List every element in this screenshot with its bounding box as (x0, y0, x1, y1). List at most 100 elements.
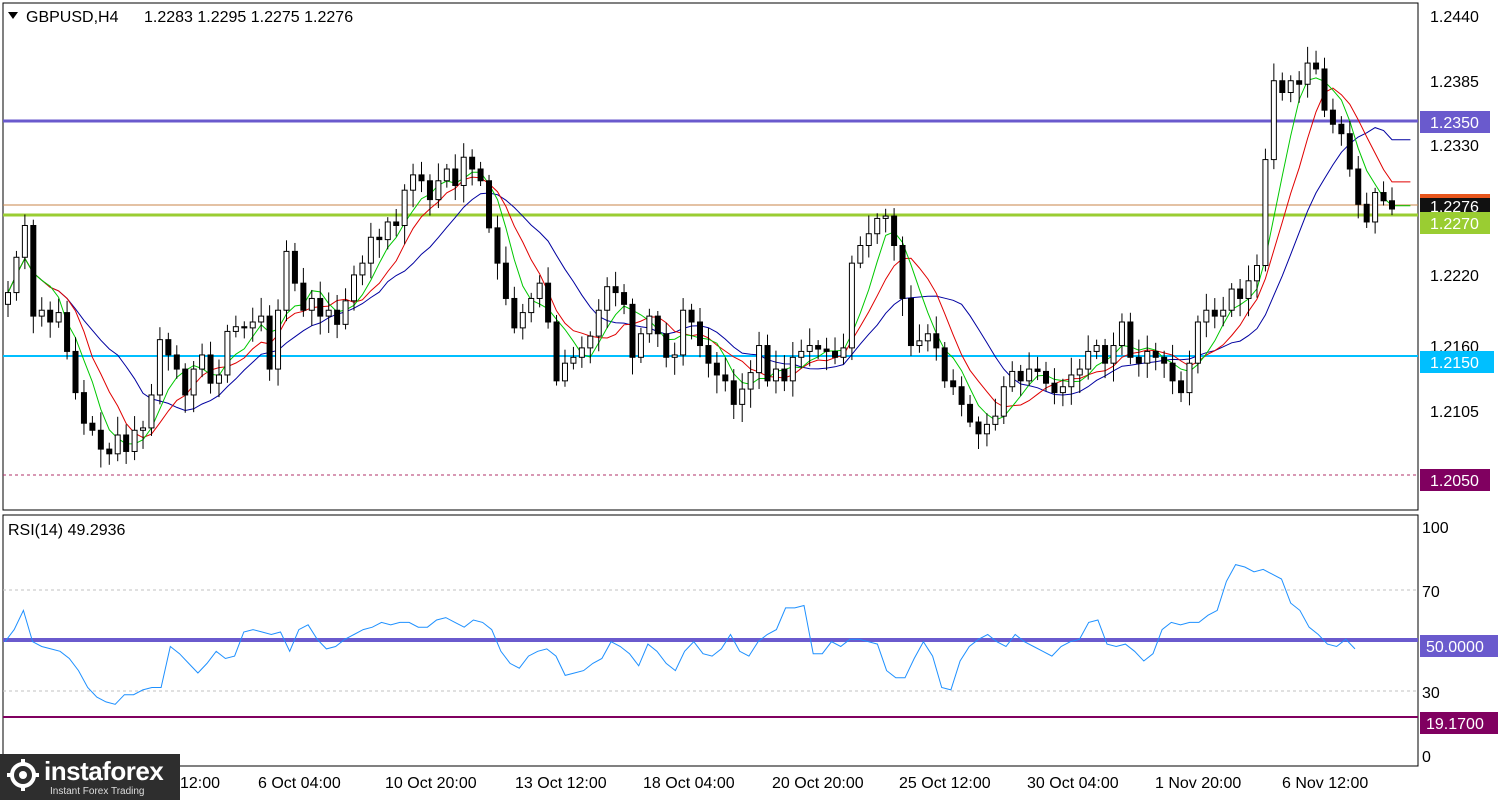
candle (983, 413, 990, 447)
candle-body-bear (300, 282, 307, 311)
candle-body-bear (418, 174, 425, 182)
candle-body-bull (587, 335, 594, 349)
candle-body-bear (612, 286, 619, 294)
candle (72, 337, 79, 400)
candle (941, 341, 948, 388)
candle (578, 336, 585, 368)
candle (1135, 339, 1142, 377)
candle (89, 416, 96, 436)
candle (798, 339, 805, 369)
candle-body-bull (275, 309, 282, 370)
rsi-title: RSI(14) 49.2936 (8, 522, 126, 539)
candle (967, 395, 974, 428)
candle-body-bull (528, 297, 535, 314)
candle-body-bear (933, 333, 940, 349)
candle-body-bull (536, 282, 543, 299)
time-label: 6 Nov 12:00 (1282, 775, 1368, 792)
candle-body-bear (1017, 370, 1024, 382)
candle-body-bull (384, 221, 391, 241)
candle (772, 350, 779, 394)
candle-body-bear (1169, 362, 1176, 382)
candle-body-bear (1329, 109, 1336, 125)
candle-body-bull (798, 350, 805, 358)
candle-body-bull (1287, 80, 1294, 93)
candle (1346, 120, 1353, 177)
candle-body-bull (21, 224, 28, 258)
candle-body-bull (595, 309, 602, 337)
candle-body-bull (924, 333, 931, 342)
candle-body-bear (1380, 192, 1387, 202)
moving-averages (7, 77, 1411, 445)
candle (671, 342, 678, 375)
candle (1017, 364, 1024, 396)
candle-body-bull (13, 256, 20, 294)
candle-body-bear (781, 368, 788, 382)
candle-body-bear (958, 386, 965, 405)
candle-body-bear (663, 333, 670, 358)
candle (1329, 98, 1336, 134)
time-label: 18 Oct 04:00 (643, 775, 735, 792)
candle (637, 327, 644, 363)
rsi-low-tag-text: 19.1700 (1426, 716, 1484, 733)
candle-body-bull (604, 286, 611, 311)
candle (384, 217, 391, 250)
candle-body-bull (1026, 368, 1033, 382)
rsi-tick: 70 (1422, 584, 1440, 601)
candle-body-bull (561, 362, 568, 382)
rsi-mid-tag-text: 50.0000 (1426, 639, 1484, 656)
candle (933, 316, 940, 361)
candle (224, 324, 231, 383)
candle-body-bear (511, 297, 518, 329)
candle-body-bull (367, 236, 374, 264)
candle-body-bear (1338, 123, 1345, 135)
candle-body-bull (401, 189, 408, 226)
candle (840, 333, 847, 365)
candle (106, 442, 113, 465)
candle (1169, 344, 1176, 395)
candle-body-bear (173, 354, 180, 370)
candle (266, 305, 273, 381)
candle-body-bull (789, 356, 796, 382)
candle (1237, 279, 1244, 317)
candle-body-bull (325, 309, 332, 317)
candle-body-bear (494, 227, 501, 264)
candle-body-bull (224, 330, 231, 376)
brand-logo: instaforex Instant Forex Trading (0, 754, 180, 800)
candle-body-bear (376, 236, 383, 241)
candle-body-bull (1068, 374, 1075, 388)
candle-body-bull (1203, 309, 1210, 323)
candle (1287, 75, 1294, 103)
candle-body-bear (967, 403, 974, 423)
candle-body-bull (1245, 280, 1252, 299)
candle (275, 299, 282, 386)
candle-body-bull (772, 368, 779, 382)
candle-body-bull (308, 297, 315, 311)
candle (823, 337, 830, 371)
candle-body-bear (89, 422, 96, 431)
time-axis: 12:00 6 Oct 04:00 10 Oct 20:00 13 Oct 12… (180, 775, 1368, 792)
candle-body-bull (351, 274, 357, 302)
candle (1270, 63, 1277, 170)
candle (848, 255, 855, 361)
candle-body-bull (410, 174, 417, 191)
candle-body-bear (241, 326, 248, 329)
candle-body-bull (1186, 362, 1193, 394)
candle-body-bull (443, 168, 450, 182)
candle (916, 324, 923, 353)
candle-body-bear (426, 180, 433, 201)
candle-body-bull (258, 315, 265, 323)
candle-body-bear (80, 392, 87, 424)
candle (730, 369, 737, 420)
candle-body-bear (1051, 382, 1058, 394)
candle-body-bull (874, 217, 881, 235)
candle-body-bull (756, 345, 763, 374)
candle-body-bull (840, 347, 847, 358)
candle-body-bull (680, 309, 687, 356)
candle-body-bull (1220, 309, 1227, 317)
candle (1161, 350, 1168, 378)
candle (291, 242, 298, 292)
price-levels (3, 119, 1418, 476)
triangle-down-icon[interactable] (8, 12, 18, 19)
ma-mid-line (7, 87, 1411, 439)
candle-body-bear (1313, 62, 1320, 70)
